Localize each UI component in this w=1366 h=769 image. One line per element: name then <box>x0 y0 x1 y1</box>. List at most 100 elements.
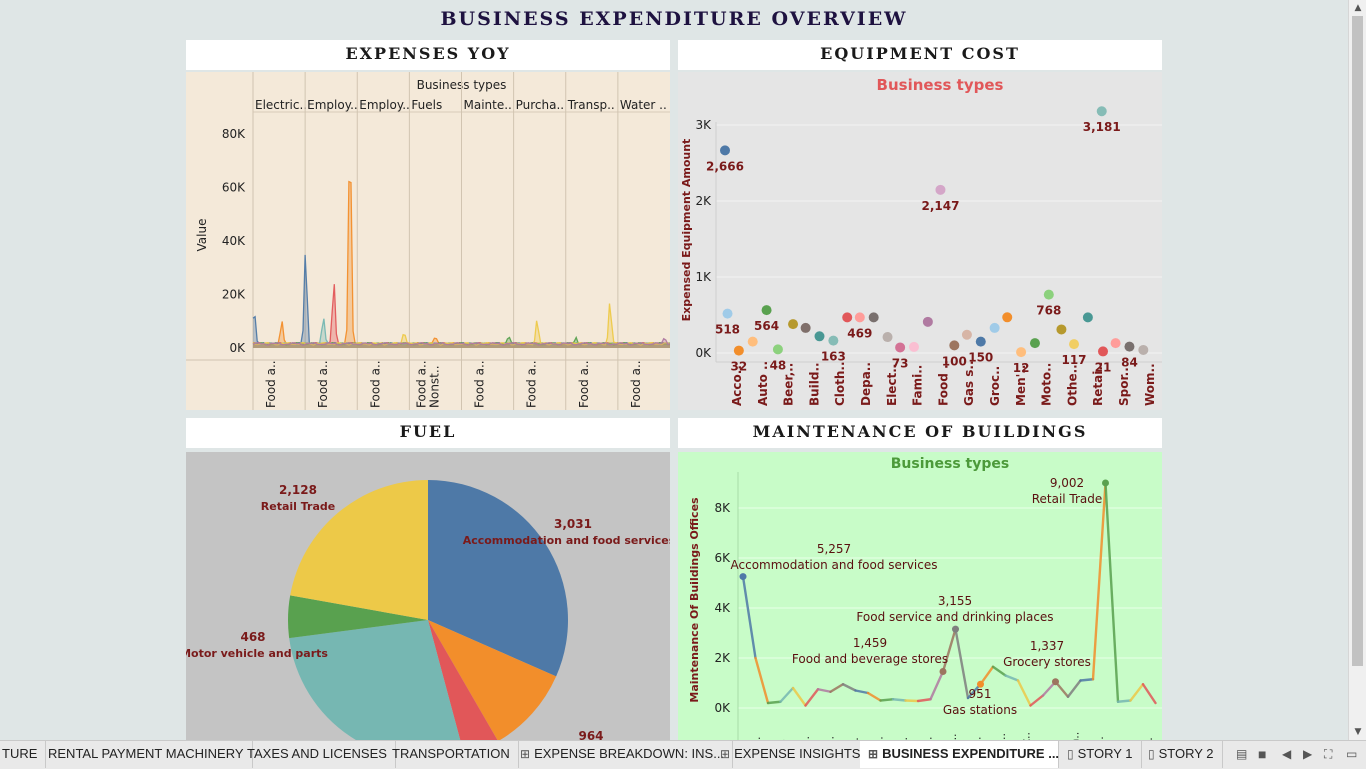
line-segment <box>816 688 832 693</box>
x-tick-label: Food a.. <box>525 360 539 408</box>
annotation-value: 5,257 <box>817 542 851 556</box>
line-segment <box>1104 481 1120 703</box>
scroll-up-icon[interactable]: ▲ <box>1349 0 1366 16</box>
line-segment <box>854 689 870 695</box>
x-tick-label: Groc.. <box>988 366 1002 406</box>
slice-name-label: Retail Trade <box>261 500 335 513</box>
column-header: Employ.. <box>359 98 410 112</box>
line-segment <box>1029 694 1045 707</box>
annotation-value: 9,002 <box>1050 476 1084 490</box>
tab-taxes-and-licenses[interactable]: TAXES AND LICENSES <box>239 741 396 768</box>
scroll-thumb[interactable] <box>1352 16 1363 666</box>
y-tick-label: 6K <box>714 551 731 565</box>
line-segment <box>841 683 857 692</box>
scatter-point <box>935 184 946 195</box>
data-label: 73 <box>892 356 909 370</box>
annotated-point <box>739 573 747 581</box>
annotation-name: Grocery stores <box>1003 655 1091 669</box>
y-tick-label: 8K <box>714 501 731 515</box>
slice-value-label: 3,031 <box>554 517 592 531</box>
data-label: 117 <box>1061 353 1086 367</box>
x-tick-label: th.. <box>1069 732 1082 740</box>
fuel-panel[interactable]: FUEL 3,031 Accommodation and food service… <box>186 418 670 740</box>
dashboard-icon: ⊞ <box>720 747 731 761</box>
maintenance-chart-area[interactable]: Business types 0K 2K 4K 6K 8K Maintenance Of B… <box>678 452 1162 740</box>
x-tick-label: Food a.. <box>473 360 487 408</box>
tab-business-expenditure[interactable]: ⊞ BUSINESS EXPENDITURE ... <box>860 741 1059 768</box>
scatter-point <box>1056 324 1067 335</box>
y-tick-label: 3K <box>695 118 712 132</box>
fullscreen-icon[interactable]: ⛶ <box>1324 741 1332 768</box>
slice-name-label: Accommodation and food services <box>463 534 670 547</box>
x-tick-label: Build.. <box>807 362 821 406</box>
tab-story-1[interactable]: ▯ STORY 1 <box>1059 741 1142 768</box>
equipment-chart-area[interactable]: Business types 0K 1K 2K 3K Expensed Equipment… <box>678 72 1162 410</box>
tab-transportation[interactable]: TRANSPORTATION <box>384 741 519 768</box>
data-label: 564 <box>754 319 779 333</box>
x-tick-label: Fami.. <box>911 365 925 406</box>
vertical-scrollbar[interactable]: ▲ ▼ <box>1348 0 1366 740</box>
annotation-name: Retail Trade <box>1032 492 1103 506</box>
prev-sheet-icon[interactable]: ◀ <box>1282 741 1291 768</box>
x-tick-label: Depa.. <box>859 362 873 406</box>
annotation-name: Gas stations <box>943 703 1017 717</box>
tab-label: TRANSPORTATION <box>392 746 510 761</box>
tab-rental-payment-machinery[interactable]: RENTAL PAYMENT MACHINERY <box>40 741 253 768</box>
scatter-point <box>975 336 986 347</box>
scatter-point <box>989 322 1000 333</box>
tab-label: RENTAL PAYMENT MACHINERY <box>48 746 244 761</box>
line-segment <box>1079 678 1095 682</box>
data-label: 163 <box>821 350 846 364</box>
line-segment <box>779 686 795 703</box>
scroll-down-icon[interactable]: ▼ <box>1349 724 1366 740</box>
maintenance-panel[interactable]: MAINTENANCE OF BUILDINGS Business types 0… <box>678 418 1162 740</box>
tab-label: EXPENSE BREAKDOWN: INS... <box>534 746 725 761</box>
scatter-point <box>854 312 865 323</box>
line-segment <box>1066 679 1082 698</box>
y-axis-label: Maintenance Of Buildings Offices <box>688 497 701 703</box>
tab-expense-breakdown[interactable]: ⊞ EXPENSE BREAKDOWN: INS... <box>512 741 734 768</box>
annotation-value: 1,459 <box>853 636 887 650</box>
x-tick-label: Cloth.. <box>833 361 847 406</box>
tab-label: EXPENSE INSIGHTS <box>734 746 861 761</box>
column-header: Electric.. <box>255 98 307 112</box>
column-header: Mainte.. <box>464 98 512 112</box>
filmstrip-icon[interactable]: ■ <box>1258 741 1266 768</box>
y-tick-label: 0K <box>714 701 731 715</box>
annotated-point <box>1102 479 1109 487</box>
scatter-point <box>733 345 744 356</box>
expenses-yoy-panel[interactable]: EXPENSES YOY Business types Electric.. Foo… <box>186 40 670 410</box>
scatter-point <box>1138 344 1149 355</box>
y-tick-label: 1K <box>695 270 712 284</box>
panel-title-expenses: EXPENSES YOY <box>186 40 670 70</box>
line-segment <box>829 683 845 693</box>
scatter-point <box>1043 289 1054 300</box>
tab-expense-insights[interactable]: ⊞ EXPENSE INSIGHTS <box>712 741 870 768</box>
equipment-cost-panel[interactable]: EQUIPMENT COST Business types 0K 1K 2K 3K Exp… <box>678 40 1162 410</box>
line-segment <box>916 698 932 703</box>
y-tick-label: 80K <box>222 127 246 141</box>
x-tick-label: Othe.. <box>1065 364 1079 406</box>
scatter-point <box>895 342 906 353</box>
data-label: 21 <box>1095 360 1112 374</box>
tab-label: STORY 1 <box>1077 746 1133 761</box>
next-sheet-icon[interactable]: ▶ <box>1303 741 1312 768</box>
line-segment <box>791 686 807 707</box>
presentation-icon[interactable]: ▭ <box>1346 741 1357 768</box>
data-label: 768 <box>1036 304 1061 318</box>
y-tick-label: 20K <box>222 288 246 302</box>
chart-title: Business types <box>891 456 1009 472</box>
line-segment <box>1129 683 1145 702</box>
line-segment <box>879 698 895 702</box>
sheet-sorter-icon[interactable]: ▤ <box>1236 741 1247 768</box>
tab-label: TAXES AND LICENSES <box>247 746 387 761</box>
scatter-point <box>868 312 879 323</box>
line-segment <box>754 656 770 705</box>
scatter-point <box>761 305 772 316</box>
expenses-chart-area[interactable]: Business types Electric.. Food a.. Employ..… <box>186 72 670 410</box>
tab-story-2[interactable]: ▯ STORY 2 <box>1140 741 1223 768</box>
fuel-chart-area[interactable]: 3,031 Accommodation and food services 964 4… <box>186 452 670 740</box>
x-tick-label: Moto.. <box>1040 363 1054 406</box>
data-label: 32 <box>731 360 748 374</box>
tab-label: STORY 2 <box>1158 746 1214 761</box>
